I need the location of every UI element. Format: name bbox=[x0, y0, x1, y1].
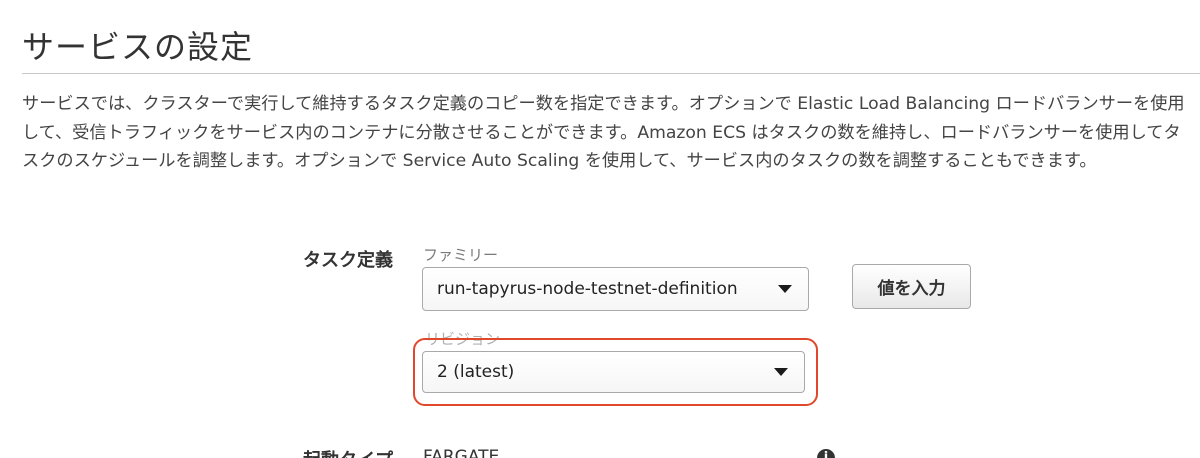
task-definition-label: タスク定義 bbox=[303, 250, 393, 271]
chevron-down-icon bbox=[778, 285, 792, 293]
page-title: サービスの設定 bbox=[22, 28, 254, 66]
page-description: サービスでは、クラスターで実行して維持するタスク定義のコピー数を指定できます。オ… bbox=[22, 94, 1185, 171]
revision-highlight-annotation bbox=[413, 338, 818, 406]
title-divider bbox=[22, 73, 1200, 74]
family-select[interactable]: run-tapyrus-node-testnet-definition bbox=[422, 267, 809, 311]
launch-type-value: FARGATE bbox=[423, 447, 500, 458]
family-label: ファミリー bbox=[423, 246, 499, 264]
service-settings-page: サービスの設定 サービスでは、クラスターで実行して維持するタスク定義のコピー数を… bbox=[0, 0, 1200, 458]
enter-value-button[interactable]: 値を入力 bbox=[852, 264, 971, 309]
launch-type-label: 起動タイプ bbox=[303, 446, 393, 458]
info-icon[interactable]: i bbox=[817, 449, 835, 458]
family-select-value: run-tapyrus-node-testnet-definition bbox=[437, 279, 738, 299]
